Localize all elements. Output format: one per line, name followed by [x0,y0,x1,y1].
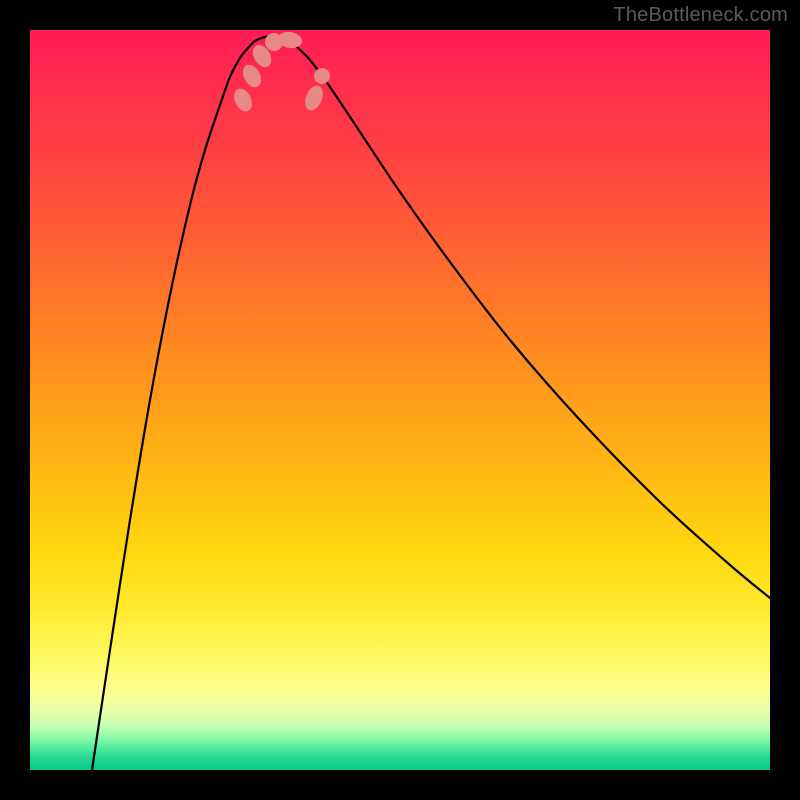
curve-markers [231,30,330,114]
curve-marker-dot [314,68,330,84]
curve-marker-pill [231,86,256,115]
bottleneck-curve [30,30,770,770]
curve-marker-pill [302,83,327,113]
watermark-text: TheBottleneck.com [613,4,788,27]
chart-plot-area [30,30,770,770]
curve-line [92,36,770,770]
curve-marker-pill [239,62,264,91]
